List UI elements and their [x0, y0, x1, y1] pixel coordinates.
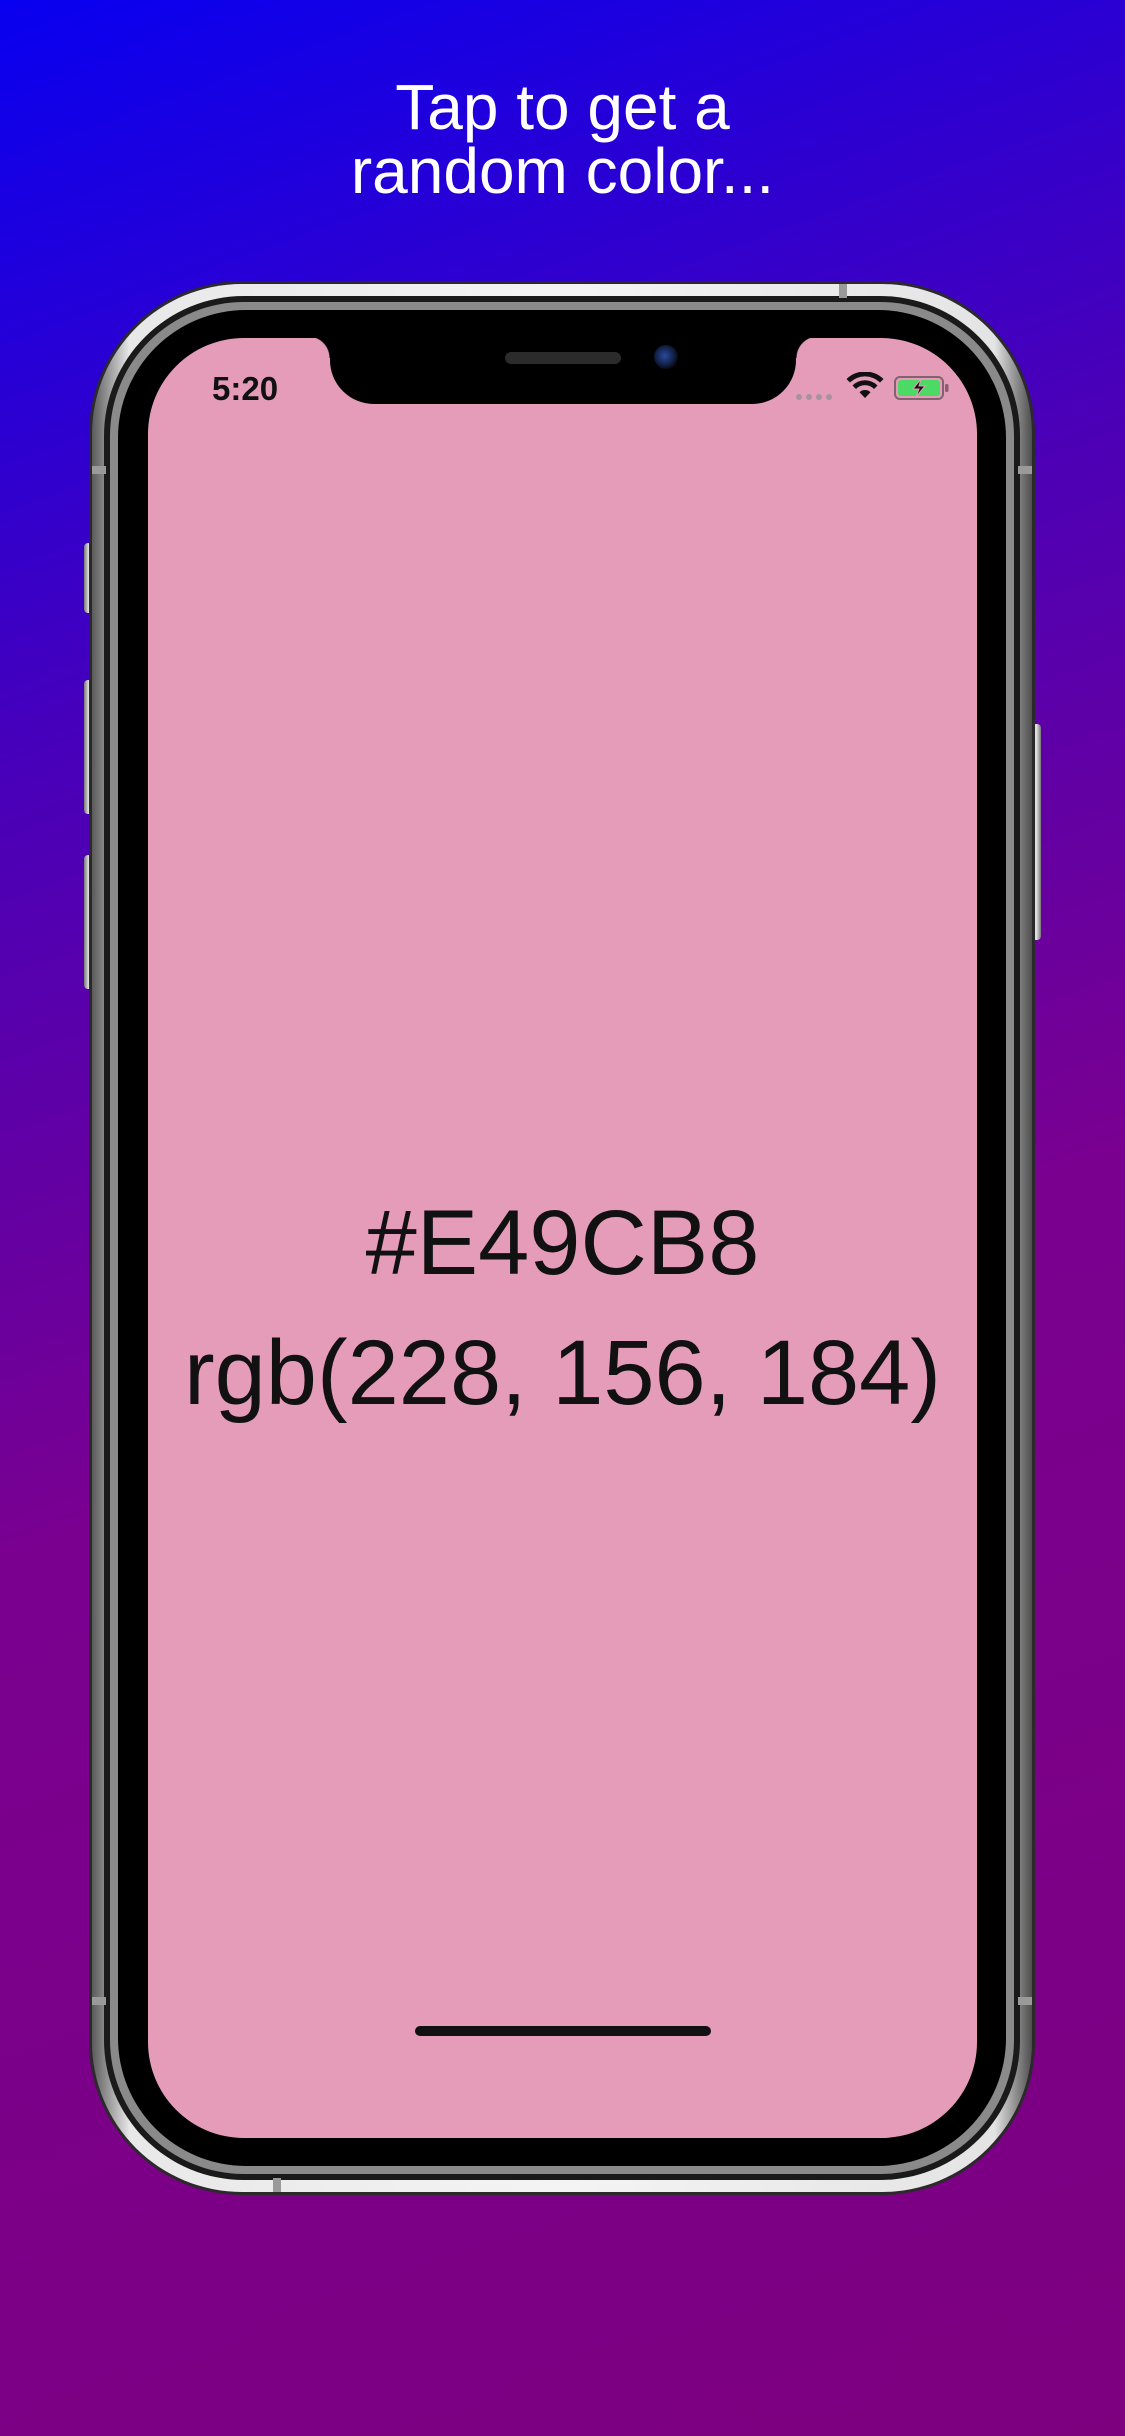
color-screen[interactable]: 5:20 #E49CB8 rgb(228, 156, 184)	[148, 338, 977, 2138]
rgb-value: rgb(228, 156, 184)	[184, 1322, 941, 1424]
antenna-band	[839, 284, 847, 298]
antenna-band	[1018, 1997, 1032, 2005]
antenna-band	[1018, 466, 1032, 474]
status-time: 5:20	[212, 370, 279, 407]
antenna-band	[92, 1997, 106, 2005]
signal-dots-icon	[796, 394, 832, 400]
earpiece-speaker	[505, 352, 621, 364]
tap-instruction: Tap to get a random color...	[0, 75, 1125, 203]
color-readout: #E49CB8 rgb(228, 156, 184)	[148, 1178, 977, 1438]
tap-instruction-line-1: Tap to get a	[395, 71, 730, 143]
power-button	[1031, 724, 1041, 940]
wifi-icon	[846, 372, 884, 398]
tap-instruction-line-2: random color...	[350, 135, 775, 207]
antenna-band	[273, 2178, 281, 2192]
hex-code: #E49CB8	[365, 1192, 760, 1294]
notch	[308, 338, 818, 404]
front-camera	[654, 345, 678, 369]
home-indicator[interactable]	[415, 2026, 711, 2036]
antenna-band	[92, 466, 106, 474]
battery-charging-icon	[894, 376, 949, 400]
